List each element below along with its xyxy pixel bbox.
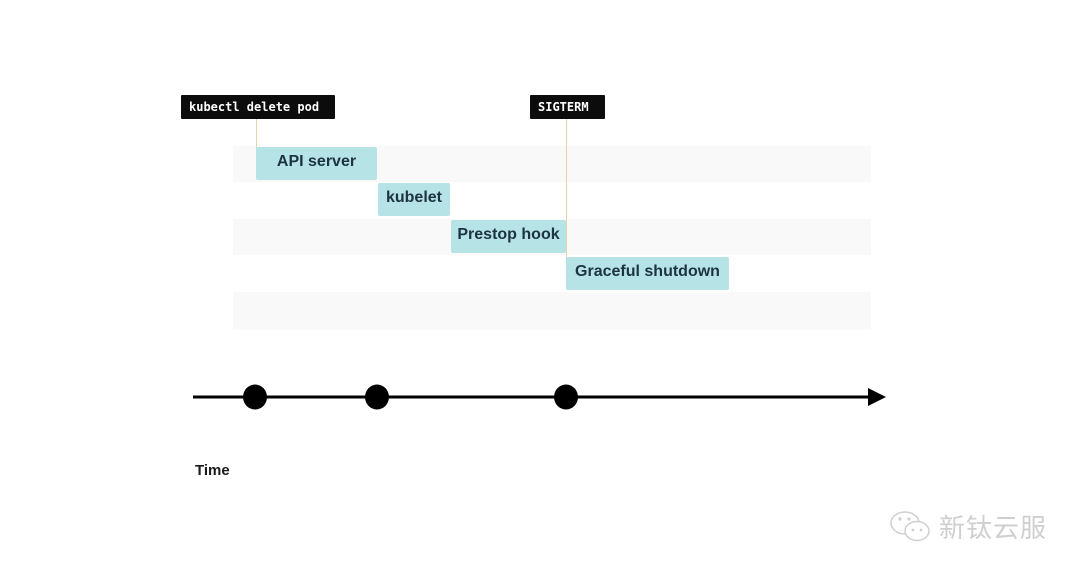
event-marker-kubelet — [365, 384, 389, 410]
arrow-right-icon — [868, 388, 886, 406]
event-marker-kubectl — [243, 384, 267, 410]
event-marker-sigterm — [554, 384, 578, 410]
wechat-icon — [890, 510, 930, 541]
watermark: 新钛云服 — [889, 508, 1047, 545]
axis-label-time: Time — [195, 462, 230, 479]
timeline-axis — [193, 384, 886, 410]
watermark-text: 新钛云服 — [939, 514, 1048, 544]
